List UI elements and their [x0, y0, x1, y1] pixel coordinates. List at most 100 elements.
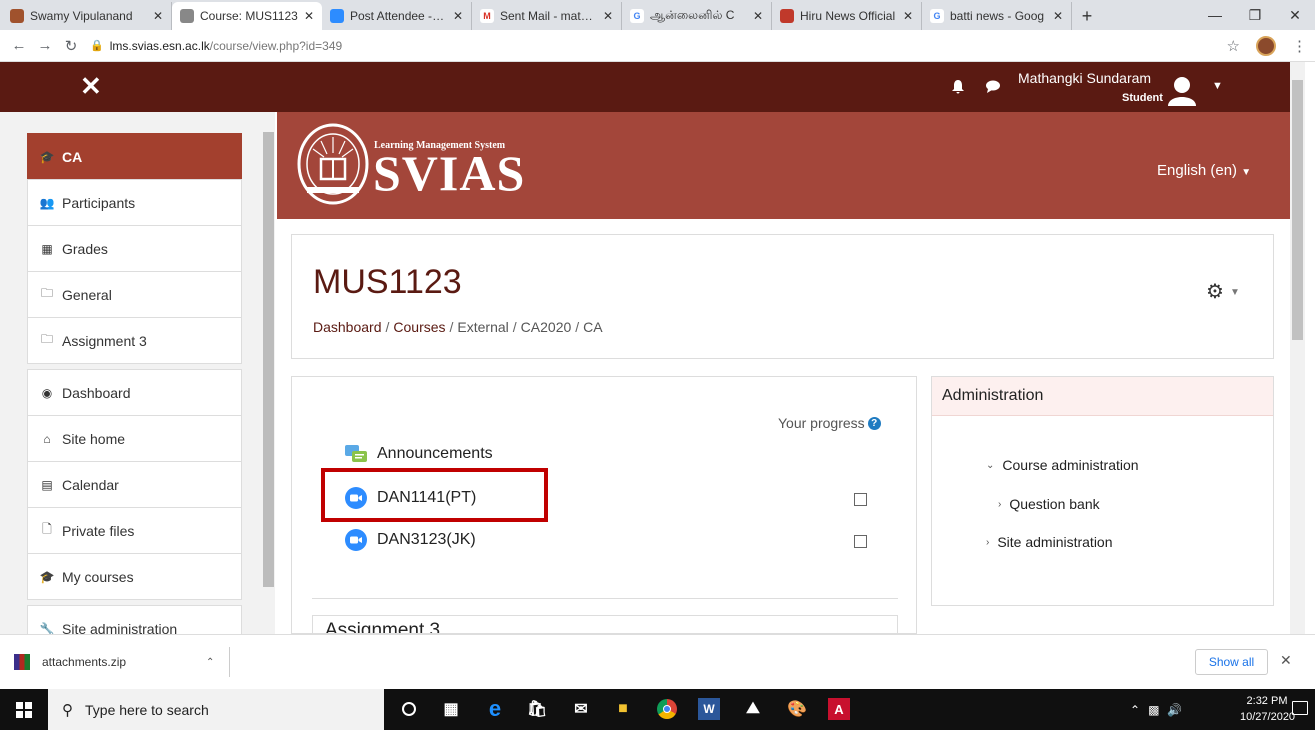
tab-title: Hiru News Official — [800, 9, 896, 23]
reload-icon[interactable]: ↻ — [58, 37, 84, 55]
mail-icon[interactable]: ✉ — [570, 698, 592, 720]
sidebar-item-calendar[interactable]: ▤ Calendar — [27, 461, 242, 507]
download-item[interactable]: attachments.zip ⌃ — [14, 647, 230, 677]
admin-item-question-bank[interactable]: › Question bank — [998, 496, 1100, 512]
tab-close-icon[interactable]: ✕ — [903, 9, 913, 23]
admin-item-site-administration[interactable]: › Site administration — [986, 534, 1113, 550]
tray-chevron-up-icon[interactable]: ⌃ — [1130, 703, 1140, 717]
task-view-icon[interactable]: ▦ — [440, 698, 462, 720]
breadcrumb-item[interactable]: CA2020 — [521, 319, 572, 335]
breadcrumb-item[interactable]: Courses — [393, 319, 445, 335]
activity-dan1141-pt-[interactable]: DAN1141(PT) — [345, 487, 476, 509]
sidebar-item-label: Site administration — [62, 620, 178, 635]
store-icon[interactable]: 🛍 — [526, 698, 548, 720]
breadcrumb-item[interactable]: CA — [583, 319, 602, 335]
chrome-icon[interactable] — [656, 698, 678, 720]
browser-tab[interactable]: Course: MUS1123 ✕ — [172, 2, 322, 30]
sidebar-item-dashboard[interactable]: ◉ Dashboard — [27, 369, 242, 415]
browser-tab[interactable]: G ஆன்லைனில் C ✕ — [622, 2, 772, 30]
close-download-bar-icon[interactable]: ✕ — [1280, 652, 1292, 669]
profile-avatar[interactable] — [1256, 36, 1276, 56]
browser-tab[interactable]: Gbatti news - Goog ✕ — [922, 2, 1072, 30]
browser-menu-icon[interactable]: ⋮ — [1292, 37, 1307, 55]
back-icon[interactable]: ← — [6, 37, 32, 54]
acrobat-icon[interactable]: A — [828, 698, 850, 720]
tab-close-icon[interactable]: ✕ — [453, 9, 463, 23]
tab-favicon-icon — [330, 9, 344, 23]
folder-icon: 🗀 — [40, 286, 53, 300]
language-selector[interactable]: English (en) ▼ — [1157, 162, 1251, 179]
file-explorer-icon[interactable]: ■ — [612, 698, 634, 720]
paint-icon[interactable]: 🎨 — [786, 698, 808, 720]
completion-checkbox[interactable] — [854, 535, 867, 548]
sidebar-item-general[interactable]: 🗀 General — [27, 271, 242, 317]
restore-button[interactable]: ❐ — [1235, 0, 1275, 30]
user-menu-caret-icon[interactable]: ▼ — [1212, 80, 1223, 92]
users-icon: 👥 — [39, 195, 55, 210]
minimize-button[interactable]: — — [1195, 0, 1235, 30]
word-icon[interactable]: W — [698, 698, 720, 720]
action-center-icon[interactable] — [1292, 701, 1308, 715]
sidebar-item-my-courses[interactable]: 🎓 My courses — [27, 553, 242, 599]
administration-title: Administration — [932, 377, 1273, 416]
network-icon[interactable]: ▩ — [1148, 703, 1159, 717]
activity-announcements[interactable]: Announcements — [345, 443, 493, 465]
sidebar-item-participants[interactable]: 👥 Participants — [27, 179, 242, 225]
sidebar-item-ca[interactable]: 🎓 CA — [27, 133, 242, 179]
taskbar-clock[interactable]: 2:32 PM 10/27/2020 — [1240, 693, 1295, 725]
user-avatar-icon[interactable] — [1166, 74, 1198, 106]
browser-tab[interactable]: Post Attendee - Zo ✕ — [322, 2, 472, 30]
chevron-right-icon: › — [998, 498, 1002, 510]
notification-bell-icon[interactable] — [952, 80, 964, 94]
breadcrumb-item[interactable]: Dashboard — [313, 319, 382, 335]
bookmark-star-icon[interactable]: ☆ — [1227, 37, 1240, 55]
activity-name: DAN3123(JK) — [377, 531, 476, 548]
browser-tab[interactable]: Hiru News Official ✕ — [772, 2, 922, 30]
user-name[interactable]: Mathangki Sundaram — [1018, 70, 1151, 86]
activity-dan3123-jk-[interactable]: DAN3123(JK) — [345, 529, 476, 551]
url-field[interactable]: 🔒 lms.svias.esn.ac.lk/course/view.php?id… — [90, 39, 342, 53]
page-scrollbar[interactable] — [1290, 62, 1305, 634]
show-all-button[interactable]: Show all — [1195, 649, 1268, 675]
tab-close-icon[interactable]: ✕ — [304, 9, 314, 23]
search-icon: ⚲ — [62, 701, 73, 719]
zip-file-icon — [14, 654, 30, 670]
photos-icon[interactable]: ⛰ — [742, 698, 764, 720]
volume-icon[interactable]: 🔊 — [1167, 703, 1182, 717]
tab-close-icon[interactable]: ✕ — [603, 9, 613, 23]
new-tab-button[interactable]: + — [1072, 2, 1102, 30]
sidebar-item-assignment-3[interactable]: 🗀 Assignment 3 — [27, 317, 242, 363]
drawer-scrollbar[interactable] — [262, 112, 275, 634]
windows-taskbar: ⚲ Type here to search ▦ e 🛍 ✉ ■ W ⛰ 🎨 A … — [0, 689, 1315, 730]
tab-close-icon[interactable]: ✕ — [753, 9, 763, 23]
course-settings-gear-icon[interactable]: ⚙ ▼ — [1206, 279, 1240, 304]
edge-icon[interactable]: e — [484, 696, 506, 721]
sidebar-item-label: Participants — [62, 194, 136, 211]
tab-favicon-icon: M — [480, 9, 494, 23]
close-drawer-icon[interactable]: ✕ — [80, 73, 102, 99]
browser-tab-strip: Swamy Vipulanand ✕ Course: MUS1123 ✕ Post At… — [0, 0, 1315, 30]
messages-icon[interactable] — [986, 80, 1000, 93]
chevron-up-icon[interactable]: ⌃ — [206, 657, 214, 668]
tab-title: ஆன்லைனில் C — [650, 8, 735, 22]
window-close-button[interactable]: ✕ — [1275, 0, 1315, 30]
sidebar-item-private-files[interactable]: 🗋 Private files — [27, 507, 242, 553]
calendar-icon: ▤ — [41, 477, 53, 492]
forward-icon[interactable]: → — [32, 37, 58, 54]
breadcrumb-item[interactable]: External — [457, 319, 508, 335]
browser-tab[interactable]: Swamy Vipulanand ✕ — [2, 2, 172, 30]
admin-item-course-administration[interactable]: ⌄ Course administration — [986, 457, 1139, 473]
taskbar-search-input[interactable]: ⚲ Type here to search — [48, 689, 384, 730]
browser-tab[interactable]: M Sent Mail - mathar ✕ — [472, 2, 622, 30]
zoom-icon — [345, 529, 367, 551]
completion-checkbox[interactable] — [854, 493, 867, 506]
cortana-icon[interactable] — [398, 698, 420, 720]
download-bar: attachments.zip ⌃ Show all ✕ — [0, 634, 1315, 689]
sidebar-item-site-administration[interactable]: 🔧 Site administration — [27, 605, 242, 634]
tab-close-icon[interactable]: ✕ — [1053, 9, 1063, 23]
sidebar-item-site-home[interactable]: ⌂ Site home — [27, 415, 242, 461]
sidebar-item-grades[interactable]: ▦ Grades — [27, 225, 242, 271]
tab-close-icon[interactable]: ✕ — [153, 9, 163, 23]
windows-start-icon[interactable] — [0, 689, 48, 730]
help-icon[interactable]: ? — [867, 416, 881, 430]
